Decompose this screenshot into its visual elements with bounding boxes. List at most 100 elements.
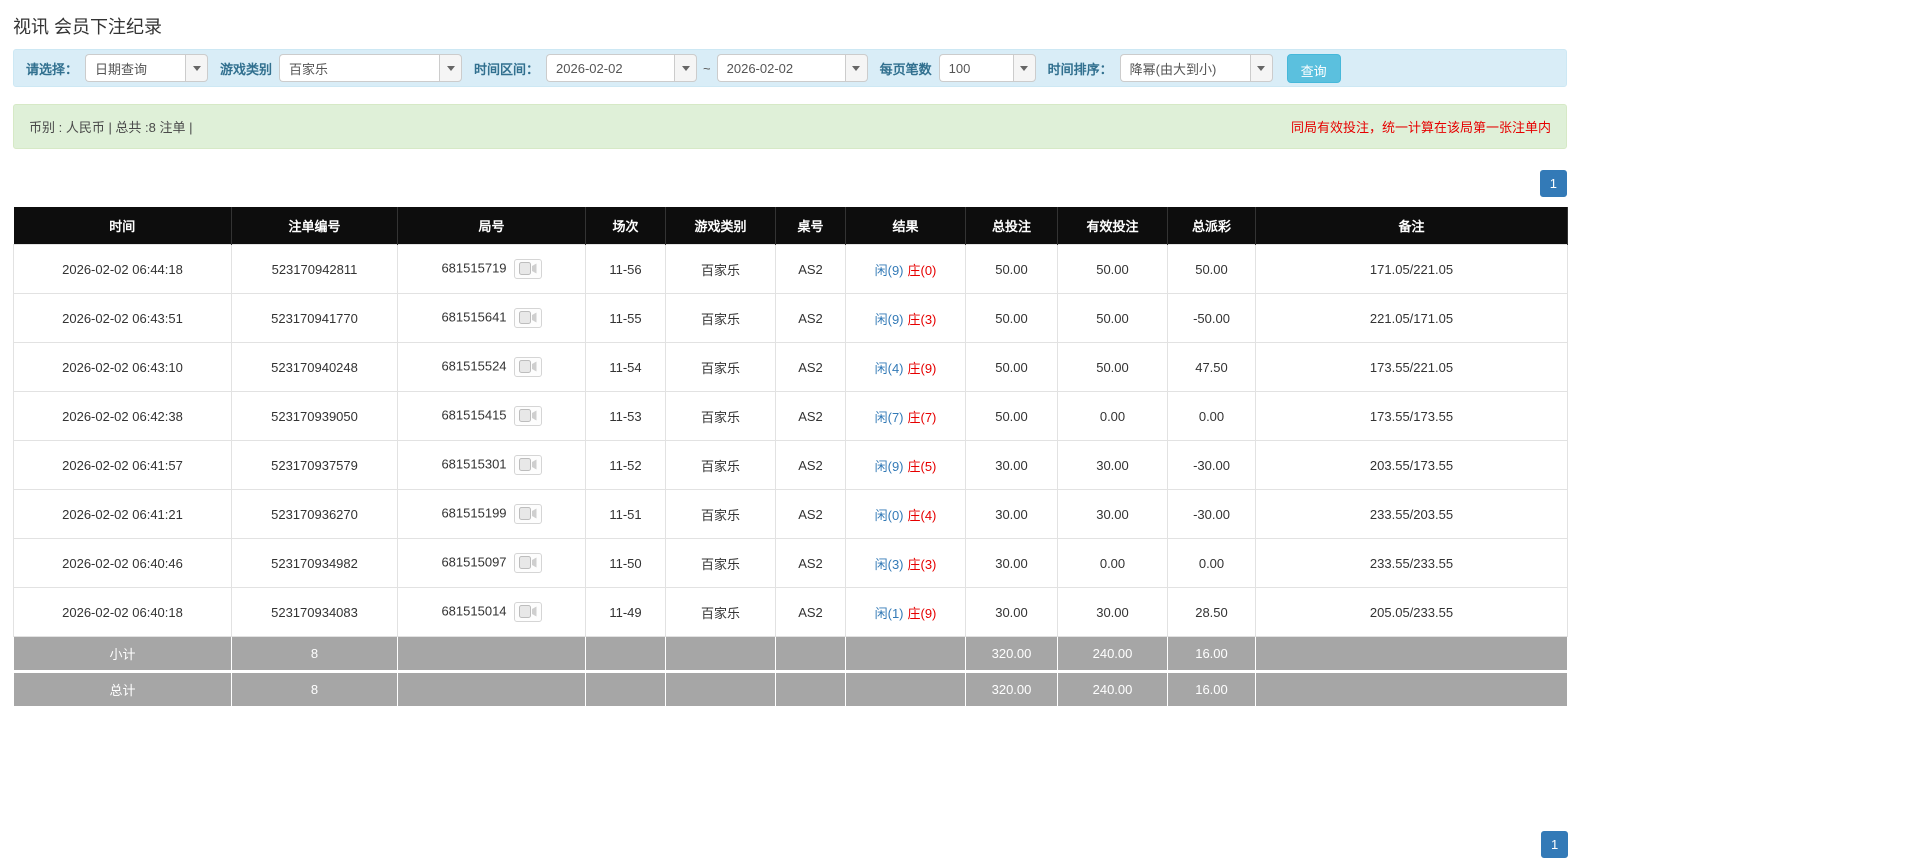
table-row: 2026-02-02 06:43:51 523170941770 6815156… (13, 293, 1568, 343)
cell-round-no: 681515415 (397, 391, 586, 441)
cell-game-type: 百家乐 (665, 342, 776, 392)
sort-select[interactable]: 降幂(由大到小) (1119, 54, 1273, 82)
cell-bet-no: 523170937579 (231, 440, 398, 490)
query-type-value[interactable]: 日期查询 (85, 54, 186, 82)
result-player: 闲(4) (874, 360, 904, 376)
cell-total-bet: 50.00 (965, 391, 1058, 441)
subtotal-row: 小计 8 320.00 240.00 16.00 (13, 636, 1568, 672)
cell-total-bet: 30.00 (965, 489, 1058, 539)
per-page-dropdown-button[interactable] (1012, 54, 1036, 82)
cell-time: 2026-02-02 06:41:57 (13, 440, 232, 490)
cell-total-bet: 50.00 (965, 342, 1058, 392)
result-player: 闲(9) (874, 262, 904, 278)
sort-dropdown-button[interactable] (1249, 54, 1273, 82)
sort-value[interactable]: 降幂(由大到小) (1119, 54, 1250, 82)
cell-remark: 173.55/173.55 (1255, 391, 1568, 441)
video-replay-button[interactable] (513, 553, 542, 573)
chevron-down-icon (1257, 65, 1266, 71)
range-separator: ~ (703, 60, 711, 76)
pagination-bottom: 1 (1541, 831, 1569, 858)
cell-valid-bet: 50.00 (1057, 244, 1168, 294)
per-page-value[interactable]: 100 (938, 54, 1013, 82)
round-no-text: 681515097 (441, 554, 507, 570)
cell-time: 2026-02-02 06:43:10 (13, 342, 232, 392)
cell-remark: 171.05/221.05 (1255, 244, 1568, 294)
result-player: 闲(3) (874, 556, 904, 572)
cell-round-no: 681515014 (397, 587, 586, 637)
table-row: 2026-02-02 06:43:10 523170940248 6815155… (13, 342, 1568, 392)
result-player: 闲(7) (874, 409, 904, 425)
game-type-select[interactable]: 百家乐 (279, 54, 463, 82)
cell-remark: 233.55/233.55 (1255, 538, 1568, 588)
video-replay-button[interactable] (513, 504, 542, 524)
cell-total-bet: 50.00 (965, 293, 1058, 343)
summary-bar: 币别 : 人民币 | 总共 :8 注单 | 同局有效投注，统一计算在该局第一张注… (13, 104, 1567, 149)
table-footer: 小计 8 320.00 240.00 16.00 总计 8 320.00 240… (13, 636, 1568, 707)
video-replay-button[interactable] (513, 259, 542, 279)
date-to-dropdown-button[interactable] (844, 54, 868, 82)
cell-result: 闲(7) 庄(7) (845, 391, 966, 441)
cell-bet-no: 523170936270 (231, 489, 398, 539)
video-icon (518, 311, 537, 324)
col-time: 时间 (13, 207, 232, 245)
cell-total-payout: 47.50 (1167, 342, 1256, 392)
cell-game-type: 百家乐 (665, 391, 776, 441)
video-icon (518, 409, 537, 422)
cell-total-bet: 30.00 (965, 538, 1058, 588)
subtotal-count: 8 (231, 636, 398, 672)
video-replay-button[interactable] (513, 357, 542, 377)
cell-round-no: 681515301 (397, 440, 586, 490)
date-from-picker[interactable]: 2026-02-02 (546, 54, 698, 82)
result-banker: 庄(3) (907, 556, 937, 572)
video-icon (518, 458, 537, 471)
cell-total-payout: 0.00 (1167, 538, 1256, 588)
table-header: 时间 注单编号 局号 场次 游戏类别 桌号 结果 总投注 有效投注 总派彩 备注 (13, 207, 1568, 245)
page-1-button-bottom[interactable]: 1 (1541, 831, 1569, 858)
video-replay-button[interactable] (513, 308, 542, 328)
video-replay-button[interactable] (513, 406, 542, 426)
date-from-value[interactable]: 2026-02-02 (546, 54, 675, 82)
cell-game-type: 百家乐 (665, 293, 776, 343)
game-type-dropdown-button[interactable] (439, 54, 463, 82)
cell-table-no: AS2 (775, 293, 846, 343)
table-body: 2026-02-02 06:44:18 523170942811 6815157… (13, 244, 1568, 637)
cell-remark: 233.55/203.55 (1255, 489, 1568, 539)
cell-result: 闲(4) 庄(9) (845, 342, 966, 392)
total-total-bet: 320.00 (965, 670, 1058, 707)
cell-remark: 221.05/171.05 (1255, 293, 1568, 343)
cell-bet-no: 523170941770 (231, 293, 398, 343)
result-banker: 庄(9) (907, 360, 937, 376)
date-to-picker[interactable]: 2026-02-02 (716, 54, 868, 82)
result-banker: 庄(3) (907, 311, 937, 327)
game-type-value[interactable]: 百家乐 (279, 54, 440, 82)
cell-total-bet: 50.00 (965, 244, 1058, 294)
cell-round-no: 681515719 (397, 244, 586, 294)
cell-session: 11-51 (585, 489, 666, 539)
per-page-select[interactable]: 100 (938, 54, 1036, 82)
video-replay-button[interactable] (513, 455, 542, 475)
video-icon (518, 556, 537, 569)
search-button[interactable]: 查询 (1286, 53, 1341, 83)
round-no-text: 681515199 (441, 505, 507, 521)
date-from-dropdown-button[interactable] (674, 54, 698, 82)
page-1-button[interactable]: 1 (1539, 170, 1567, 197)
query-type-dropdown-button[interactable] (185, 54, 209, 82)
date-to-value[interactable]: 2026-02-02 (716, 54, 845, 82)
col-game-type: 游戏类别 (665, 207, 776, 245)
cell-game-type: 百家乐 (665, 244, 776, 294)
cell-result: 闲(0) 庄(4) (845, 489, 966, 539)
cell-bet-no: 523170934982 (231, 538, 398, 588)
total-label: 总计 (13, 670, 232, 707)
result-banker: 庄(4) (907, 507, 937, 523)
cell-remark: 203.55/173.55 (1255, 440, 1568, 490)
result-banker: 庄(9) (907, 605, 937, 621)
query-type-group: 请选择： 日期查询 (26, 54, 209, 82)
col-result: 结果 (845, 207, 966, 245)
query-type-select[interactable]: 日期查询 (85, 54, 209, 82)
cell-round-no: 681515524 (397, 342, 586, 392)
records-table: 时间 注单编号 局号 场次 游戏类别 桌号 结果 总投注 有效投注 总派彩 备注… (13, 207, 1568, 707)
video-replay-button[interactable] (513, 602, 542, 622)
result-player: 闲(9) (874, 311, 904, 327)
cell-game-type: 百家乐 (665, 587, 776, 637)
chevron-down-icon (446, 65, 455, 71)
